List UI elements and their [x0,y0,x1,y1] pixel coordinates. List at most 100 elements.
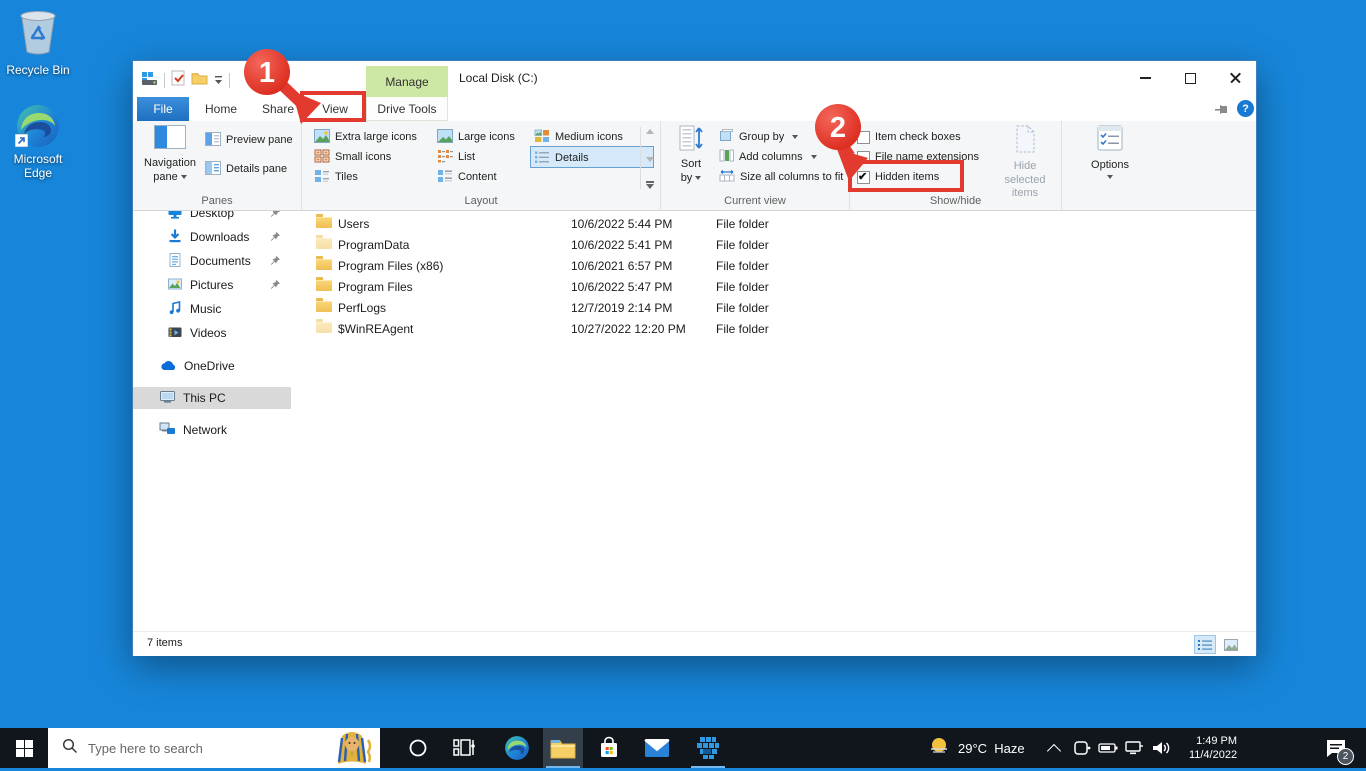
preview-pane-icon [205,131,221,149]
file-row-perflogs[interactable]: PerfLogs 12/7/2019 2:14 PM File folder [291,298,1256,319]
file-type: File folder [716,322,769,336]
preview-pane-button[interactable]: Preview pane [205,130,293,150]
group-label-show-hide: Show/hide [929,195,982,207]
tab-home[interactable]: Home [195,97,247,121]
details-view-toggle[interactable] [1194,635,1216,654]
checkbox-checked-icon [857,170,870,184]
sidebar-item-onedrive[interactable]: OneDrive [133,355,291,377]
list-icon [437,149,453,166]
close-button[interactable] [1213,61,1258,95]
this-pc-icon[interactable] [141,71,158,91]
sidebar-item-this-pc[interactable]: This PC [133,387,291,409]
sidebar-label: This PC [183,391,226,405]
network-icon[interactable] [1122,728,1146,768]
size-all-columns-button[interactable]: Size all columns to fit [719,167,843,187]
item-count: 7 items [147,637,183,649]
file-date: 10/6/2021 6:57 PM [571,259,673,273]
maximize-button[interactable] [1168,61,1213,95]
tab-view[interactable]: View [305,97,365,121]
search-input[interactable] [86,739,328,757]
file-row-program-files[interactable]: Program Files 10/6/2022 5:47 PM File fol… [291,277,1256,298]
options-label: Options [1091,158,1129,171]
clock[interactable]: 1:49 PM 11/4/2022 [1178,728,1248,768]
task-view-button[interactable] [444,728,484,768]
extra-large-icons-button[interactable]: Extra large icons [314,127,417,147]
sidebar-label: OneDrive [184,359,235,373]
tray-app-icon[interactable] [1070,728,1094,768]
file-type: File folder [716,259,769,273]
sidebar-item-music[interactable]: Music [133,298,291,320]
tab-file[interactable]: File [137,97,189,121]
medium-icons-button[interactable]: Medium icons [534,127,623,147]
sidebar-label: Downloads [190,230,250,244]
details-view-button[interactable]: Details [534,148,589,168]
file-row-programdata[interactable]: ProgramData 10/6/2022 5:41 PM File folde… [291,235,1256,256]
desktop-icon-microsoft-edge[interactable]: Microsoft Edge [5,103,71,181]
taskbar-running-app-icon[interactable] [688,728,728,768]
search-icon [62,738,78,759]
properties-icon[interactable] [171,70,185,91]
desktop-icon-recycle-bin[interactable]: Recycle Bin [5,8,71,78]
checkbox-unchecked-icon [857,150,870,164]
folder-icon [316,298,332,312]
start-button[interactable] [0,728,48,768]
small-icons-button[interactable]: Small icons [314,147,391,167]
details-view-label: Details [555,152,589,164]
group-label-layout: Layout [464,195,498,207]
weather-widget[interactable]: 29°C Haze [928,728,1038,768]
volume-icon[interactable] [1148,728,1174,768]
tray-chevron-icon[interactable] [1042,728,1066,768]
title-bar: Manage Local Disk (C:) [133,61,1256,97]
group-by-button[interactable]: Group by [719,127,799,147]
sidebar-item-downloads[interactable]: Downloads [133,226,291,248]
file-row-users[interactable]: Users 10/6/2022 5:44 PM File folder [291,214,1256,235]
gallery-down-icon[interactable] [646,156,654,162]
cortana-button[interactable] [398,728,438,768]
navigation-pane-icon [154,125,186,154]
navigation-pane-button[interactable]: Navigation pane [141,125,199,184]
taskbar-edge-icon[interactable] [497,728,537,768]
thumbnail-view-toggle[interactable] [1220,635,1242,654]
qat-customize-icon[interactable] [214,72,223,90]
search-highlight-pharaoh-icon[interactable] [328,726,376,771]
sidebar-item-videos[interactable]: Videos [133,322,291,344]
sidebar-label: Music [190,302,222,316]
details-pane-button[interactable]: Details pane [205,159,287,179]
gallery-more-icon[interactable] [646,181,654,189]
file-explorer-window: Manage Local Disk (C:) File Home Share V… [132,60,1257,656]
hide-selected-items-button[interactable]: Hide selected items [992,125,1058,201]
battery-icon[interactable] [1096,728,1120,768]
file-name-extensions-checkbox[interactable]: File name extensions [857,147,979,167]
gallery-up-icon[interactable] [646,129,654,134]
file-row-program-files-x86[interactable]: Program Files (x86) 10/6/2021 6:57 PM Fi… [291,256,1256,277]
list-button[interactable]: List [437,147,475,167]
new-folder-icon[interactable] [191,71,208,90]
sidebar-item-documents[interactable]: Documents [133,250,291,272]
help-button[interactable]: ? [1237,100,1254,117]
action-center-button[interactable]: 2 [1316,728,1356,768]
tab-drive-tools[interactable]: Drive Tools [366,97,448,121]
options-button[interactable]: Options [1078,125,1142,179]
layout-gallery-scroll[interactable] [640,127,656,189]
recycle-bin-icon [5,8,71,60]
minimize-button[interactable] [1123,61,1168,95]
taskbar-mail-icon[interactable] [637,728,677,768]
tiles-button[interactable]: Tiles [314,167,358,187]
taskbar-search[interactable] [48,728,380,768]
large-icons-button[interactable]: Large icons [437,127,515,147]
taskbar-store-icon[interactable] [589,728,629,768]
sidebar-item-network[interactable]: Network [133,419,291,441]
hidden-items-checkbox[interactable]: Hidden items [857,167,939,187]
folder-icon-hidden [316,319,332,333]
qat-separator [164,73,165,88]
pin-ribbon-icon[interactable] [1215,103,1230,121]
taskbar-file-explorer-icon[interactable] [543,728,583,768]
sidebar-item-pictures[interactable]: Pictures [133,274,291,296]
details-view-icon [534,150,550,167]
sort-by-button[interactable]: Sort by [671,125,711,185]
file-row-winreagent[interactable]: $WinREAgent 10/27/2022 12:20 PM File fol… [291,319,1256,340]
add-columns-button[interactable]: Add columns [719,147,817,167]
tab-share[interactable]: Share [252,97,304,121]
item-check-boxes-checkbox[interactable]: Item check boxes [857,127,961,147]
content-button[interactable]: Content [437,167,497,187]
